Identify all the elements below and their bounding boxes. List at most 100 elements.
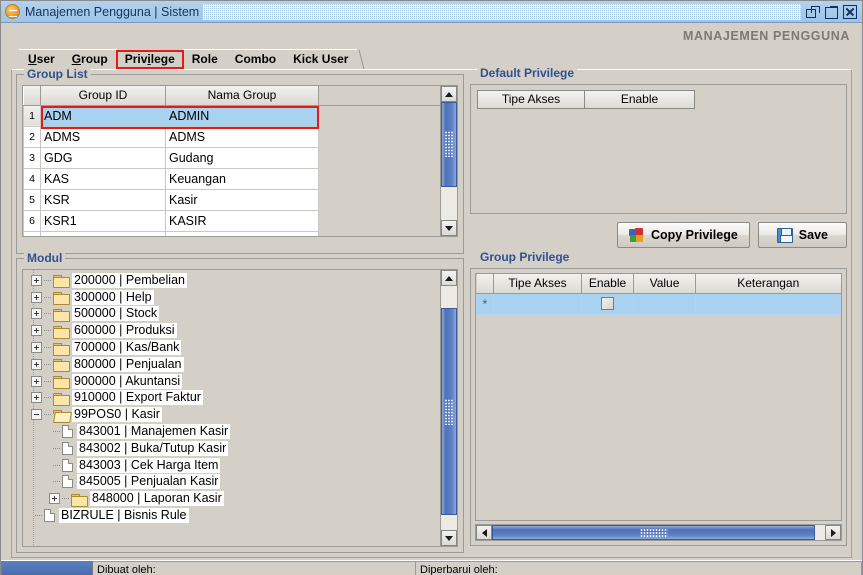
scroll-thumb[interactable]: [441, 307, 457, 516]
tree-node[interactable]: 200000 | Pembelian: [27, 272, 440, 289]
tree-node-expanded[interactable]: 99POS0 | Kasir: [27, 406, 440, 423]
copy-privilege-button[interactable]: Copy Privilege: [616, 222, 750, 248]
collapse-minus-icon[interactable]: [31, 409, 42, 421]
expand-plus-icon[interactable]: [31, 325, 42, 337]
cell-group-id[interactable]: KSR: [40, 188, 166, 211]
table-row[interactable]: 6 KSR1 KASIR: [23, 209, 440, 232]
scroll-left-icon[interactable]: [476, 525, 492, 540]
tree-node[interactable]: 600000 | Produksi: [27, 322, 440, 339]
folder-closed-icon: [53, 392, 70, 406]
maximize-icon[interactable]: [824, 5, 839, 19]
application-window: Manajemen Pengguna | Sistem MANAJEMEN PE…: [0, 0, 863, 575]
tab-combo[interactable]: Combo: [225, 49, 286, 69]
cell-group-id[interactable]: ADM: [40, 104, 166, 127]
group-privilege-horizontal-scrollbar[interactable]: [475, 524, 842, 541]
tree-node-label: 845005 | Penjualan Kasir: [77, 474, 221, 490]
cell-filler: [318, 105, 440, 126]
expand-plus-icon[interactable]: [31, 392, 42, 404]
table-row-new[interactable]: *: [476, 292, 841, 315]
cell-group-id[interactable]: GDG: [40, 146, 166, 169]
col-header-enable[interactable]: Enable: [581, 274, 634, 294]
enable-checkbox[interactable]: [601, 297, 614, 310]
scroll-thumb[interactable]: [492, 525, 815, 540]
tree-node[interactable]: 500000 | Stock: [27, 306, 440, 323]
cell-group-id[interactable]: [40, 230, 166, 236]
page-title: MANAJEMEN PENGGUNA: [682, 29, 850, 43]
tree-node[interactable]: 843001 | Manajemen Kasir: [27, 423, 440, 440]
tree-node[interactable]: BIZRULE | Bisnis Rule: [27, 507, 440, 524]
tree-node[interactable]: 845005 | Penjualan Kasir: [27, 474, 440, 491]
file-icon: [62, 441, 73, 455]
folder-closed-icon: [71, 493, 88, 507]
expand-plus-icon[interactable]: [31, 274, 42, 286]
cell-group-id[interactable]: ADMS: [40, 125, 166, 148]
tab-privilege[interactable]: Privilege: [115, 50, 184, 69]
cell-enable[interactable]: [581, 292, 634, 315]
scroll-track[interactable]: [492, 525, 825, 540]
cell-group-id[interactable]: KSR1: [40, 209, 166, 232]
tree-node[interactable]: 700000 | Kas/Bank: [27, 339, 440, 356]
expand-plus-icon[interactable]: [31, 342, 42, 354]
col-header-group-id[interactable]: Group ID: [40, 86, 166, 106]
tree-node[interactable]: 900000 | Akuntansi: [27, 373, 440, 390]
table-row[interactable]: 4 KAS Keuangan: [23, 167, 440, 190]
col-header-tipe-akses[interactable]: Tipe Akses: [477, 90, 585, 109]
tab-role[interactable]: Role: [182, 49, 227, 69]
col-header-value[interactable]: Value: [633, 274, 696, 294]
tree-node[interactable]: 910000 | Export Faktur: [27, 390, 440, 407]
scroll-track[interactable]: [441, 286, 457, 530]
modul-tree-container: 200000 | Pembelian 300000 | Help 500000 …: [22, 269, 458, 547]
expand-plus-icon[interactable]: [31, 375, 42, 387]
col-header-enable[interactable]: Enable: [585, 90, 695, 109]
scroll-up-icon[interactable]: [441, 86, 457, 102]
tab-group[interactable]: Group: [62, 49, 117, 69]
modul-tree[interactable]: 200000 | Pembelian 300000 | Help 500000 …: [22, 269, 441, 547]
tree-node[interactable]: 848000 | Laporan Kasir: [27, 490, 440, 507]
tree-node-label: 843001 | Manajemen Kasir: [77, 424, 231, 440]
table-row[interactable]: 2 ADMS ADMS: [23, 125, 440, 148]
cell-nama-group[interactable]: Gudang: [165, 146, 319, 169]
expand-plus-icon[interactable]: [49, 493, 60, 505]
tab-kick-user[interactable]: Kick User: [284, 49, 358, 69]
tree-node-label: 200000 | Pembelian: [72, 272, 187, 288]
group-list-vertical-scrollbar[interactable]: [441, 85, 458, 237]
modul-vertical-scrollbar[interactable]: [441, 269, 458, 547]
col-header-nama-group[interactable]: Nama Group: [165, 86, 319, 106]
close-icon[interactable]: [843, 4, 857, 19]
tree-node[interactable]: 843002 | Buka/Tutup Kasir: [27, 440, 440, 457]
scroll-down-icon[interactable]: [441, 220, 457, 236]
scroll-track[interactable]: [441, 102, 457, 220]
col-header-keterangan[interactable]: Keterangan: [695, 274, 841, 294]
table-row[interactable]: 1 ADM ADMIN: [23, 104, 440, 127]
tree-node[interactable]: 843003 | Cek Harga Item: [27, 457, 440, 474]
table-row-partial[interactable]: [23, 230, 440, 236]
expand-plus-icon[interactable]: [31, 308, 42, 320]
tab-user[interactable]: UUserser: [19, 49, 64, 69]
rownum-header: [23, 86, 41, 106]
scroll-down-icon[interactable]: [441, 530, 457, 546]
cell-keterangan[interactable]: [695, 292, 841, 315]
table-row[interactable]: 5 KSR Kasir: [23, 188, 440, 211]
scroll-up-icon[interactable]: [441, 270, 457, 286]
cell-value[interactable]: [633, 292, 696, 315]
restore-icon[interactable]: [805, 5, 820, 19]
cell-nama-group[interactable]: KASIR: [165, 209, 319, 232]
col-header-tipe-akses[interactable]: Tipe Akses: [493, 274, 582, 294]
expand-plus-icon[interactable]: [31, 358, 42, 370]
cell-nama-group[interactable]: Kasir: [165, 188, 319, 211]
scroll-right-icon[interactable]: [825, 525, 841, 540]
table-row[interactable]: 3 GDG Gudang: [23, 146, 440, 169]
cell-tipe-akses[interactable]: [493, 292, 582, 315]
row-number: 6: [23, 209, 41, 232]
expand-plus-icon[interactable]: [31, 291, 42, 303]
cell-nama-group[interactable]: Keuangan: [165, 167, 319, 190]
cell-nama-group[interactable]: ADMS: [165, 125, 319, 148]
cell-group-id[interactable]: KAS: [40, 167, 166, 190]
tree-node[interactable]: 800000 | Penjualan: [27, 356, 440, 373]
cell-nama-group[interactable]: [165, 230, 319, 236]
save-button[interactable]: Save: [757, 222, 847, 248]
group-privilege-table: Tipe Akses Enable Value Keterangan *: [476, 274, 841, 315]
cell-nama-group[interactable]: ADMIN: [165, 104, 319, 127]
tree-node[interactable]: 300000 | Help: [27, 289, 440, 306]
scroll-thumb[interactable]: [441, 102, 457, 187]
